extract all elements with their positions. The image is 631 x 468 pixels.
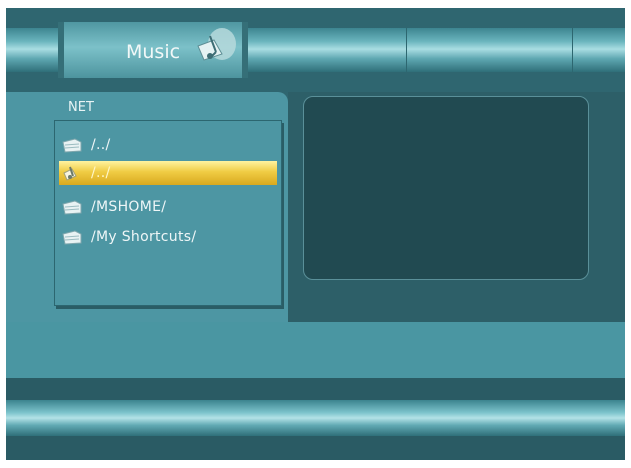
preview-window — [303, 96, 589, 280]
list-item-label: /../ — [91, 165, 111, 181]
music-note-icon — [197, 28, 236, 61]
bar-divider — [406, 28, 407, 72]
list-item-selected[interactable]: /../ — [59, 161, 277, 185]
music-note-icon — [63, 166, 77, 181]
list-item[interactable]: /MSHOME/ — [59, 195, 277, 219]
section-title-tab: Music — [58, 22, 248, 78]
footer-strip — [6, 436, 625, 460]
folder-icon — [62, 230, 82, 245]
list-item-label: /MSHOME/ — [91, 199, 167, 215]
folder-icon — [62, 200, 82, 215]
list-item-label: /../ — [91, 137, 111, 153]
bottom-chrome-bar — [6, 400, 625, 436]
info-strip — [6, 322, 625, 378]
divider-strip — [6, 378, 625, 400]
list-item[interactable]: /My Shortcuts/ — [59, 225, 277, 249]
source-heading: NET — [68, 100, 94, 115]
page-title: Music — [126, 41, 181, 63]
list-item[interactable]: /../ — [59, 133, 277, 157]
list-item-label: /My Shortcuts/ — [91, 229, 197, 245]
file-list[interactable]: /../ /../ /MSHOME/ /My Shortcuts/ — [54, 120, 282, 306]
folder-icon — [62, 138, 82, 153]
bar-divider — [572, 28, 573, 72]
media-player-screen: Music NET /../ /../ /MSHOME/ /My Shortcu… — [6, 8, 625, 460]
